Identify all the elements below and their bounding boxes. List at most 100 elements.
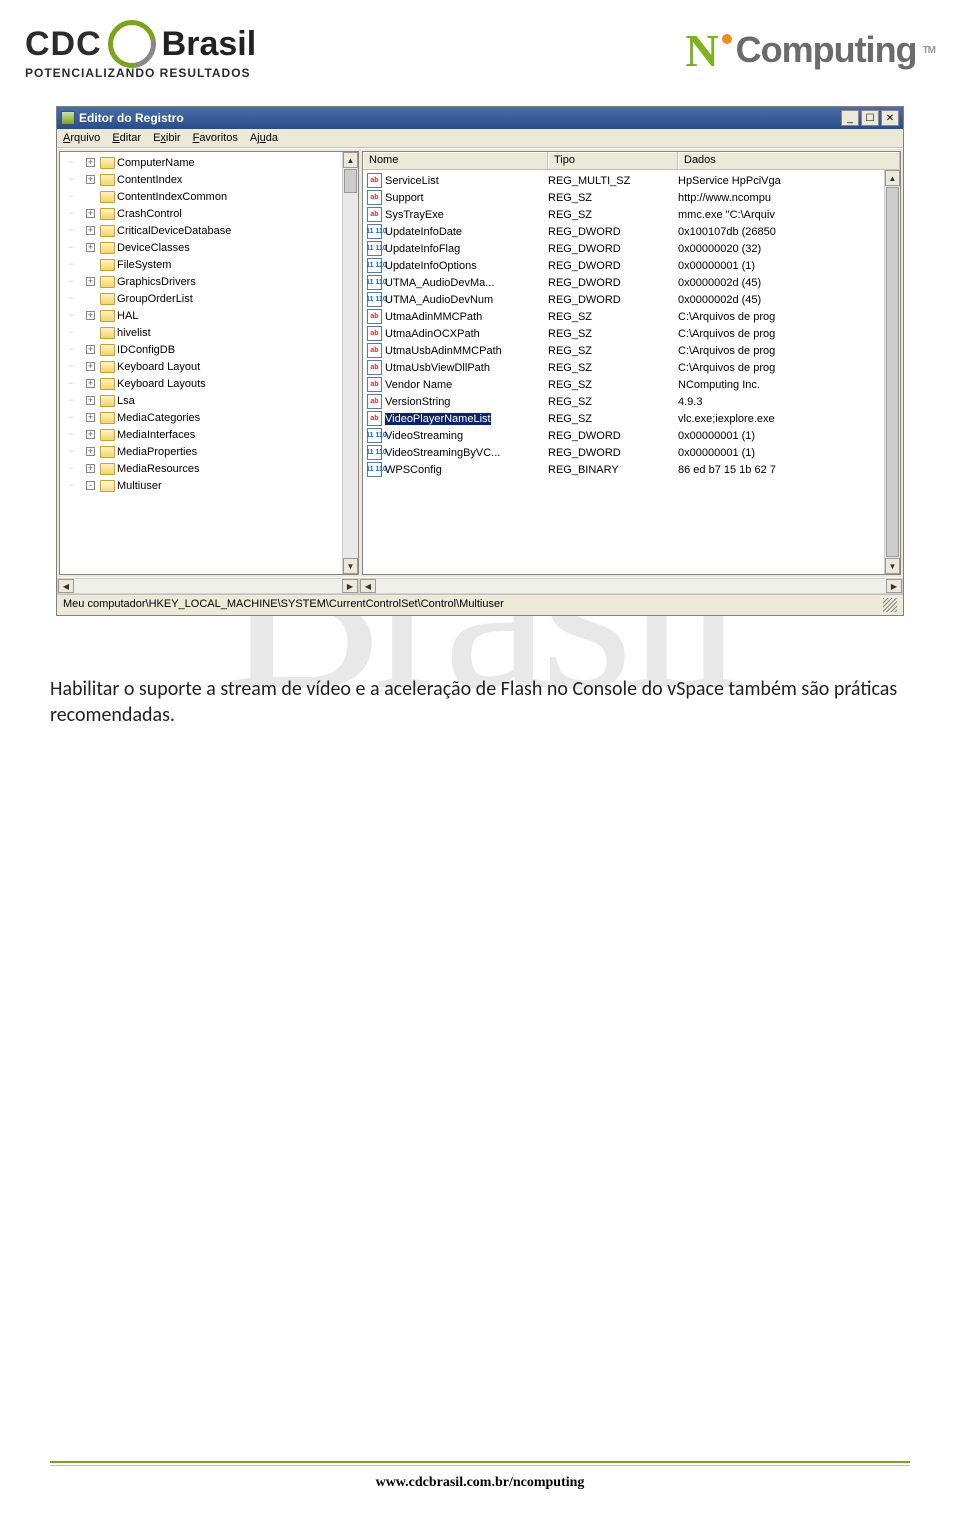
scroll-left-icon[interactable]: ◀ — [360, 579, 376, 593]
value-row[interactable]: abSupportREG_SZhttp://www.ncompu — [363, 189, 900, 206]
tree-item[interactable]: ····-Multiuser — [62, 477, 356, 494]
tree-item[interactable]: ····+ContentIndex — [62, 171, 356, 188]
expand-icon[interactable]: + — [86, 430, 95, 439]
scroll-down-icon[interactable]: ▼ — [343, 558, 358, 574]
expand-icon[interactable]: + — [86, 447, 95, 456]
expand-icon[interactable]: + — [86, 277, 95, 286]
menu-ajuda[interactable]: Ajuda — [250, 132, 278, 144]
tree-item[interactable]: ····+DeviceClasses — [62, 239, 356, 256]
value-row[interactable]: abUtmaAdinOCXPathREG_SZC:\Arquivos de pr… — [363, 325, 900, 342]
folder-icon — [100, 395, 115, 407]
value-name: UTMA_AudioDevMa... — [385, 277, 494, 289]
value-row[interactable]: 011 110UTMA_AudioDevMa...REG_DWORD0x0000… — [363, 274, 900, 291]
value-row[interactable]: abVideoPlayerNameListREG_SZvlc.exe;iexpl… — [363, 410, 900, 427]
expand-icon[interactable]: + — [86, 379, 95, 388]
menu-exibir[interactable]: Exibir — [153, 132, 181, 144]
tree-item[interactable]: ····GroupOrderList — [62, 290, 356, 307]
value-data: HpService HpPciVga — [678, 175, 896, 187]
values-vscrollbar[interactable]: ▲ ▼ — [884, 170, 900, 574]
value-row[interactable]: abUtmaAdinMMCPathREG_SZC:\Arquivos de pr… — [363, 308, 900, 325]
tree-item[interactable]: ····+Keyboard Layouts — [62, 375, 356, 392]
col-type-header[interactable]: Tipo — [548, 152, 678, 169]
close-button[interactable]: ✕ — [881, 110, 899, 126]
tree-item[interactable]: ····+Keyboard Layout — [62, 358, 356, 375]
menu-editar[interactable]: Editar — [112, 132, 141, 144]
value-row[interactable]: 011 110UpdateInfoDateREG_DWORD0x100107db… — [363, 223, 900, 240]
reg-string-icon: ab — [367, 190, 382, 205]
minimize-button[interactable]: _ — [841, 110, 859, 126]
expand-icon[interactable]: + — [86, 464, 95, 473]
value-row[interactable]: abVersionStringREG_SZ4.9.3 — [363, 393, 900, 410]
value-name: VideoStreamingByVC... — [385, 447, 500, 459]
tree-item[interactable]: ····+MediaCategories — [62, 409, 356, 426]
expand-icon[interactable]: + — [86, 362, 95, 371]
value-row[interactable]: abVendor NameREG_SZNComputing Inc. — [363, 376, 900, 393]
expand-icon[interactable]: + — [86, 345, 95, 354]
folder-icon — [100, 157, 115, 169]
value-row[interactable]: 011 110VideoStreamingByVC...REG_DWORD0x0… — [363, 444, 900, 461]
value-name: UtmaAdinMMCPath — [385, 311, 482, 323]
reg-binary-icon: 011 110 — [367, 275, 382, 290]
collapse-icon[interactable]: - — [86, 481, 95, 490]
tree-item[interactable]: ····+MediaProperties — [62, 443, 356, 460]
value-row[interactable]: 011 110VideoStreamingREG_DWORD0x00000001… — [363, 427, 900, 444]
expand-icon[interactable]: + — [86, 243, 95, 252]
scroll-up-icon[interactable]: ▲ — [885, 170, 900, 186]
folder-icon — [100, 259, 115, 271]
tree-item[interactable]: ····+CriticalDeviceDatabase — [62, 222, 356, 239]
tree-item[interactable]: ····+MediaResources — [62, 460, 356, 477]
menubar: Arquivo Editar Exibir Favoritos Ajuda — [57, 129, 903, 148]
scroll-right-icon[interactable]: ▶ — [886, 579, 902, 593]
scroll-left-icon[interactable]: ◀ — [58, 579, 74, 593]
scroll-right-icon[interactable]: ▶ — [342, 579, 358, 593]
tree-line-icon: ···· — [68, 210, 82, 217]
window-title: Editor do Registro — [79, 111, 841, 125]
tree-item[interactable]: ····ContentIndexCommon — [62, 188, 356, 205]
tree-item[interactable]: ····FileSystem — [62, 256, 356, 273]
value-row[interactable]: 011 110UpdateInfoOptionsREG_DWORD0x00000… — [363, 257, 900, 274]
expand-icon[interactable]: + — [86, 175, 95, 184]
resize-grip-icon[interactable] — [883, 598, 897, 612]
tree-item[interactable]: ····+ComputerName — [62, 154, 356, 171]
values-hscrollbar[interactable]: ◀ ▶ — [359, 578, 903, 594]
menu-favoritos[interactable]: Favoritos — [193, 132, 238, 144]
menu-arquivo[interactable]: Arquivo — [63, 132, 100, 144]
scroll-thumb[interactable] — [344, 169, 357, 193]
hscrollbars: ◀ ▶ ◀ ▶ — [57, 578, 903, 594]
tree-item[interactable]: ····+HAL — [62, 307, 356, 324]
tree-item[interactable]: ····+IDConfigDB — [62, 341, 356, 358]
value-row[interactable]: 011 110UpdateInfoFlagREG_DWORD0x00000020… — [363, 240, 900, 257]
maximize-button[interactable]: ☐ — [861, 110, 879, 126]
col-name-header[interactable]: Nome — [363, 152, 548, 169]
tree-item[interactable]: ····+GraphicsDrivers — [62, 273, 356, 290]
tree-item[interactable]: ····hivelist — [62, 324, 356, 341]
tree-item[interactable]: ····+MediaInterfaces — [62, 426, 356, 443]
value-row[interactable]: abUtmaUsbAdinMMCPathREG_SZC:\Arquivos de… — [363, 342, 900, 359]
expand-icon[interactable]: + — [86, 209, 95, 218]
scroll-up-icon[interactable]: ▲ — [343, 152, 358, 168]
scroll-down-icon[interactable]: ▼ — [885, 558, 900, 574]
expand-icon[interactable]: + — [86, 311, 95, 320]
scroll-thumb[interactable] — [886, 187, 899, 557]
tree-vscrollbar[interactable]: ▲ ▼ — [342, 152, 358, 574]
expand-icon[interactable]: + — [86, 413, 95, 422]
tree-hscrollbar[interactable]: ◀ ▶ — [57, 578, 359, 594]
expand-icon[interactable]: + — [86, 226, 95, 235]
tree-item[interactable]: ····+Lsa — [62, 392, 356, 409]
window-titlebar[interactable]: Editor do Registro _ ☐ ✕ — [57, 107, 903, 129]
value-row[interactable]: abServiceListREG_MULTI_SZHpService HpPci… — [363, 172, 900, 189]
reg-binary-icon: 011 110 — [367, 462, 382, 477]
tree-spacer — [86, 328, 95, 337]
value-row[interactable]: 011 110WPSConfigREG_BINARY86 ed b7 15 1b… — [363, 461, 900, 478]
tree-line-icon: ···· — [68, 482, 82, 489]
value-type: REG_SZ — [548, 413, 678, 425]
expand-icon[interactable]: + — [86, 396, 95, 405]
col-data-header[interactable]: Dados — [678, 152, 900, 169]
tree-item[interactable]: ····+CrashControl — [62, 205, 356, 222]
expand-icon[interactable]: + — [86, 158, 95, 167]
value-row[interactable]: 011 110UTMA_AudioDevNumREG_DWORD0x000000… — [363, 291, 900, 308]
value-row[interactable]: abUtmaUsbViewDllPathREG_SZC:\Arquivos de… — [363, 359, 900, 376]
tree-item-label: ContentIndexCommon — [117, 191, 227, 203]
value-row[interactable]: abSysTrayExeREG_SZmmc.exe "C:\Arquiv — [363, 206, 900, 223]
value-data: C:\Arquivos de prog — [678, 328, 896, 340]
